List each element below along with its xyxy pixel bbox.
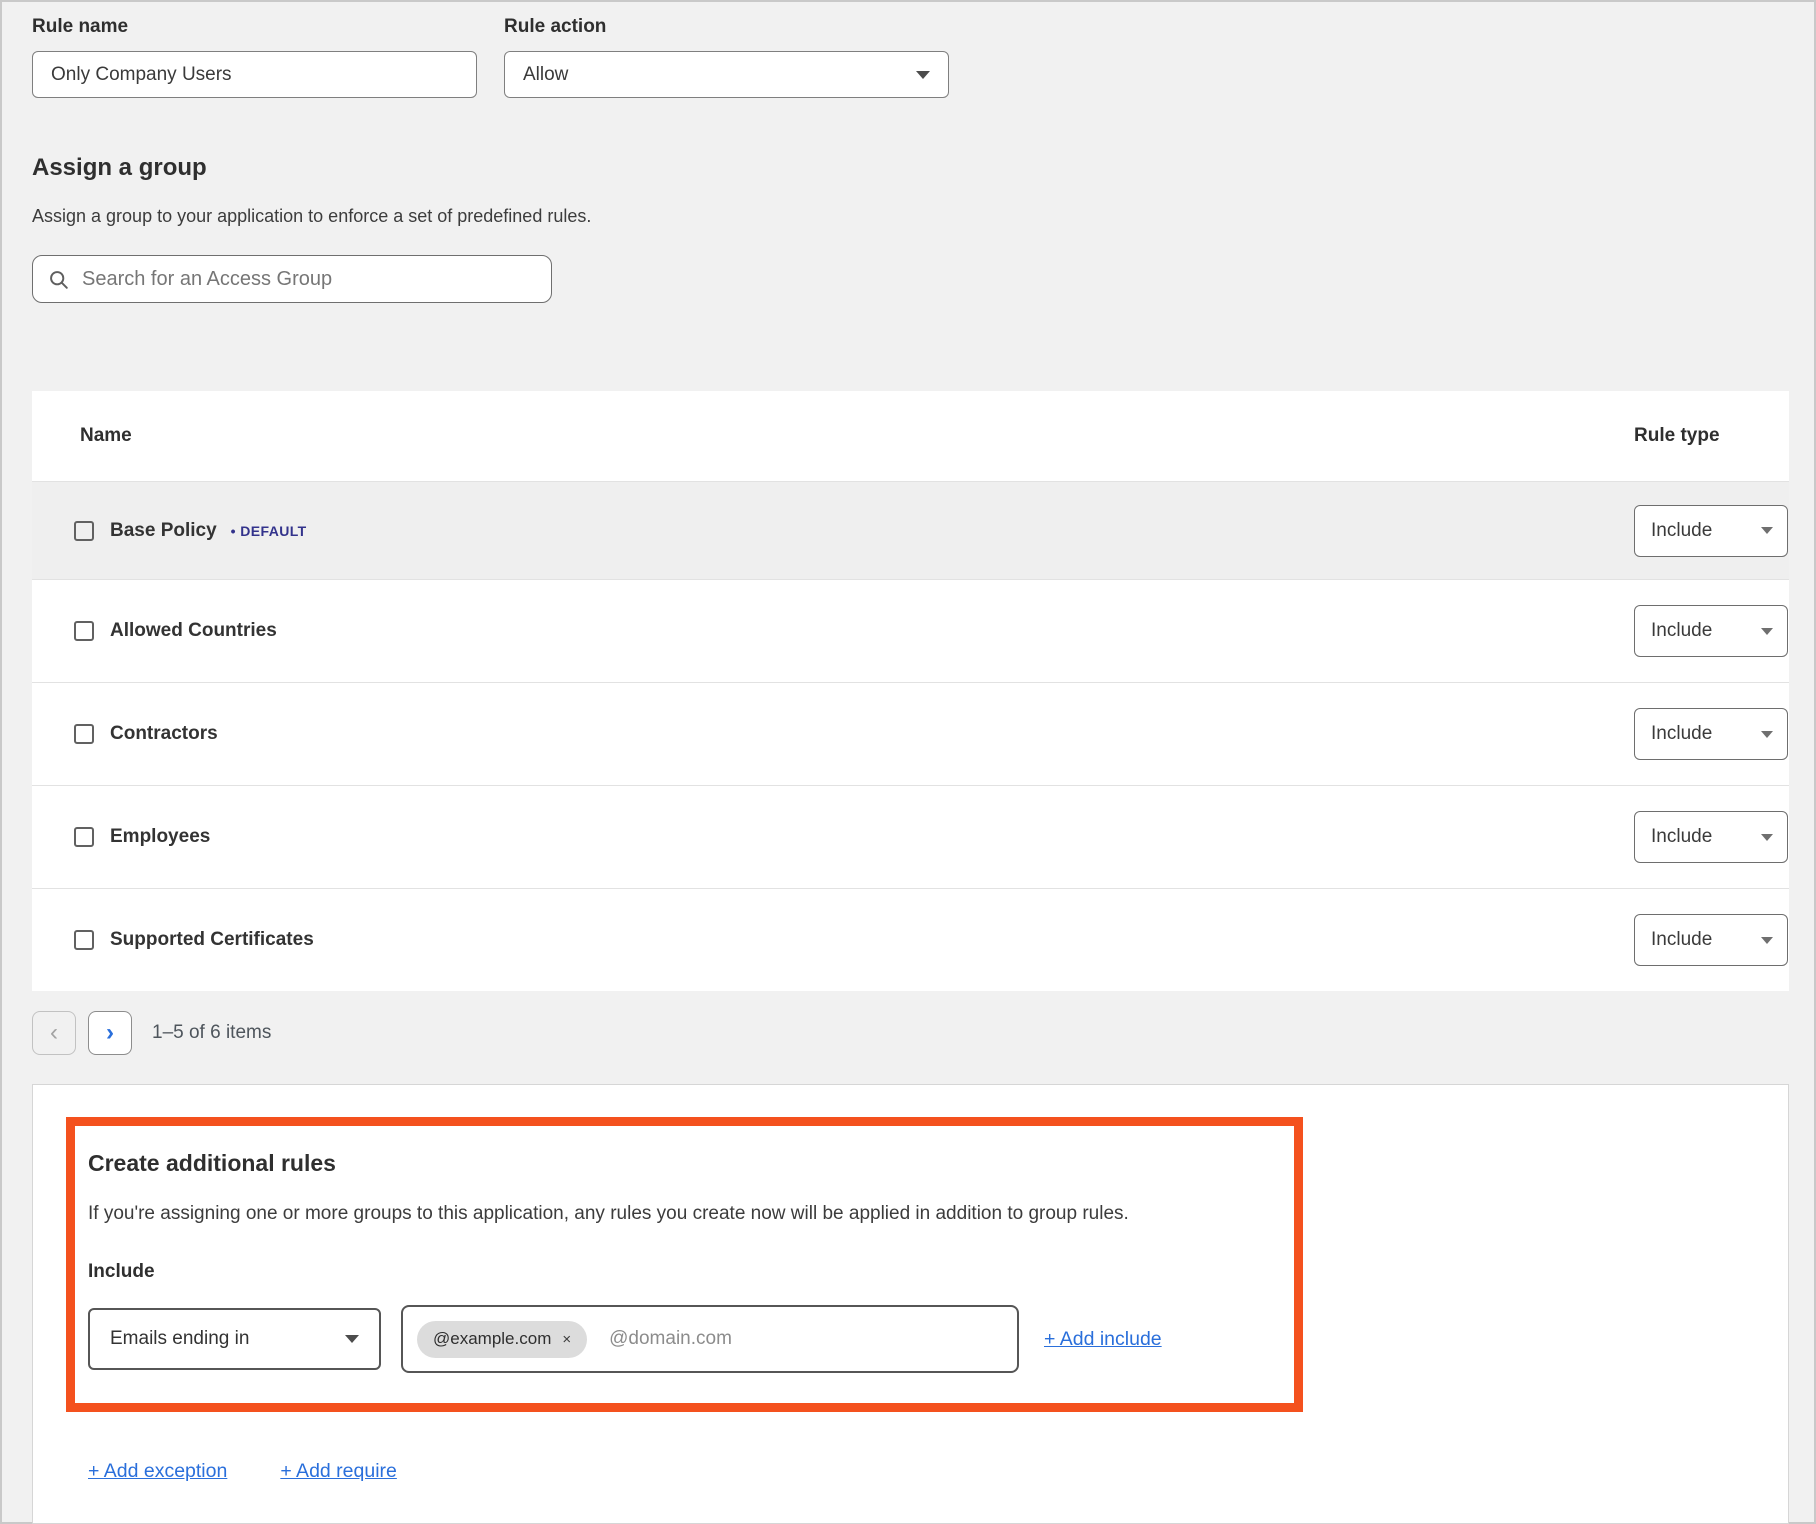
add-require-link[interactable]: + Add require [280,1460,397,1483]
column-header-name: Name [80,425,132,447]
add-exception-link[interactable]: + Add exception [88,1460,227,1483]
email-domain-input[interactable]: @example.com × @domain.com [401,1305,1019,1373]
access-group-search-input[interactable]: Search for an Access Group [32,255,552,303]
table-header-row: Name Rule type [32,391,1789,481]
email-input-placeholder: @domain.com [609,1328,732,1350]
chevron-down-icon [1761,628,1773,635]
row-checkbox[interactable] [74,621,94,641]
rule-type-value: Include [1651,929,1712,951]
rule-name-input[interactable]: Only Company Users [32,51,477,98]
include-rule-controls: Emails ending in @example.com × @domain.… [88,1305,1274,1373]
condition-type-select[interactable]: Emails ending in [88,1308,381,1370]
row-checkbox[interactable] [74,827,94,847]
rule-action-label: Rule action [504,16,949,38]
rule-type-value: Include [1651,826,1712,848]
include-label: Include [88,1261,1274,1283]
chevron-down-icon [1761,834,1773,841]
highlighted-section: Create additional rules If you're assign… [66,1117,1303,1412]
rule-name-label: Rule name [32,16,477,38]
rule-type-select[interactable]: Include [1634,708,1788,760]
rule-action-select[interactable]: Allow [504,51,949,98]
chevron-down-icon [1761,731,1773,738]
row-name: Contractors [110,723,218,745]
rule-type-value: Include [1651,723,1712,745]
add-include-link[interactable]: + Add include [1044,1328,1162,1351]
rule-type-select[interactable]: Include [1634,811,1788,863]
email-domain-tag: @example.com × [417,1321,587,1358]
row-name: Base Policy [110,520,217,542]
chevron-right-icon: › [106,1021,114,1045]
assign-group-description: Assign a group to your application to en… [32,206,1786,227]
search-placeholder: Search for an Access Group [82,268,332,291]
table-row-base-policy: Base Policy • DEFAULT Include [32,481,1789,579]
chevron-left-icon: ‹ [50,1021,58,1045]
assign-group-heading: Assign a group [32,154,1786,182]
pagination-info: 1–5 of 6 items [152,1022,271,1044]
row-checkbox[interactable] [74,724,94,744]
row-name: Allowed Countries [110,620,277,642]
table-row-supported-certificates: Supported Certificates Include [32,888,1789,991]
access-group-table: Name Rule type Base Policy • DEFAULT Inc… [32,391,1789,991]
chevron-down-icon [1761,937,1773,944]
rule-type-value: Include [1651,620,1712,642]
pagination: ‹ › 1–5 of 6 items [32,1011,1786,1055]
rule-type-select[interactable]: Include [1634,505,1788,557]
footer-links: + Add exception + Add require [88,1460,1788,1483]
page: Rule name Only Company Users Rule action… [0,0,1816,1524]
additional-rules-card: Create additional rules If you're assign… [32,1084,1789,1524]
chevron-down-icon [1761,527,1773,534]
row-name: Supported Certificates [110,929,314,951]
rule-fields-row: Rule name Only Company Users Rule action… [32,16,1786,98]
condition-type-value: Emails ending in [110,1328,249,1350]
default-badge: • DEFAULT [231,523,307,539]
rule-type-value: Include [1651,520,1712,542]
row-checkbox[interactable] [74,930,94,950]
create-additional-rules-heading: Create additional rules [88,1150,1274,1177]
rule-type-select[interactable]: Include [1634,914,1788,966]
next-page-button[interactable]: › [88,1011,132,1055]
rule-name-value: Only Company Users [51,64,232,86]
chevron-down-icon [916,71,930,79]
table-row-employees: Employees Include [32,785,1789,888]
rule-action-field-group: Rule action Allow [504,16,949,98]
row-name: Employees [110,826,210,848]
row-checkbox[interactable] [74,521,94,541]
rule-type-select[interactable]: Include [1634,605,1788,657]
rule-action-value: Allow [523,64,568,86]
chevron-down-icon [345,1335,359,1343]
tag-value: @example.com [433,1329,551,1349]
remove-tag-icon[interactable]: × [562,1331,571,1348]
column-header-rule-type: Rule type [1634,425,1789,447]
table-row-contractors: Contractors Include [32,682,1789,785]
create-additional-rules-description: If you're assigning one or more groups t… [88,1203,1274,1225]
table-row-allowed-countries: Allowed Countries Include [32,579,1789,682]
previous-page-button[interactable]: ‹ [32,1011,76,1055]
rule-name-field-group: Rule name Only Company Users [32,16,477,98]
search-icon [48,269,69,290]
